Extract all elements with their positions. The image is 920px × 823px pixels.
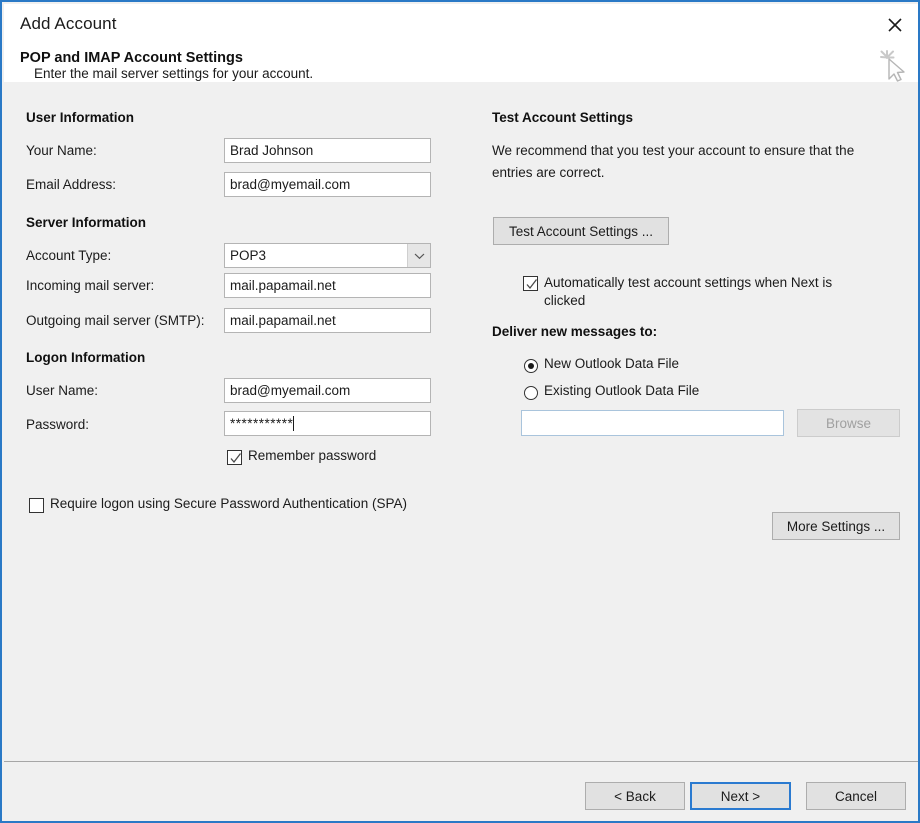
outgoing-mail-server-input[interactable]: mail.papamail.net: [224, 308, 431, 333]
next-button[interactable]: Next >: [690, 782, 791, 810]
auto-test-label: Automatically test account settings when…: [544, 274, 864, 310]
incoming-mail-server-input[interactable]: mail.papamail.net: [224, 273, 431, 298]
add-account-dialog: Add Account POP and IMAP Account S: [0, 0, 920, 823]
page-title: POP and IMAP Account Settings: [20, 50, 243, 66]
user-name-label: User Name:: [26, 383, 98, 398]
text-caret: [293, 416, 294, 431]
server-information-heading: Server Information: [26, 215, 146, 230]
test-account-description: We recommend that you test your account …: [492, 140, 890, 184]
page-subtitle: Enter the mail server settings for your …: [34, 66, 313, 81]
chevron-down-icon[interactable]: [407, 244, 430, 267]
dialog-footer: < Back Next > Cancel: [4, 762, 920, 823]
dialog-header: Add Account POP and IMAP Account S: [4, 4, 920, 82]
account-type-label: Account Type:: [26, 248, 111, 263]
deliver-messages-heading: Deliver new messages to:: [492, 324, 657, 339]
require-spa-label: Require logon using Secure Password Auth…: [50, 496, 407, 511]
more-settings-button[interactable]: More Settings ...: [772, 512, 900, 540]
account-type-select[interactable]: POP3: [224, 243, 431, 268]
checkbox-checked-icon: [523, 276, 538, 291]
close-button[interactable]: [880, 10, 910, 40]
password-input[interactable]: ***********: [224, 411, 431, 436]
password-masked-value: ***********: [230, 416, 293, 431]
your-name-label: Your Name:: [26, 143, 97, 158]
browse-button[interactable]: Browse: [797, 409, 900, 437]
radio-existing-outlook-data-file-label: Existing Outlook Data File: [544, 383, 699, 398]
dialog-body: User Information Your Name: Brad Johnson…: [4, 82, 920, 761]
email-address-label: Email Address:: [26, 177, 116, 192]
password-label: Password:: [26, 417, 89, 432]
back-button[interactable]: < Back: [585, 782, 685, 810]
logon-information-heading: Logon Information: [26, 350, 145, 365]
radio-new-outlook-data-file-label: New Outlook Data File: [544, 356, 679, 371]
your-name-input[interactable]: Brad Johnson: [224, 138, 431, 163]
test-account-settings-heading: Test Account Settings: [492, 110, 633, 125]
checkbox-checked-icon: [227, 450, 242, 465]
radio-selected-icon: [524, 359, 538, 373]
remember-password-label: Remember password: [248, 448, 376, 463]
user-information-heading: User Information: [26, 110, 134, 125]
incoming-mail-server-label: Incoming mail server:: [26, 278, 154, 293]
outgoing-mail-server-label: Outgoing mail server (SMTP):: [26, 313, 205, 328]
mouse-click-cursor-icon: [878, 48, 912, 84]
data-file-path-input[interactable]: [521, 410, 784, 436]
close-icon: [887, 17, 903, 33]
checkbox-unchecked-icon: [29, 498, 44, 513]
email-address-input[interactable]: brad@myemail.com: [224, 172, 431, 197]
user-name-input[interactable]: brad@myemail.com: [224, 378, 431, 403]
radio-unselected-icon: [524, 386, 538, 400]
test-account-settings-button[interactable]: Test Account Settings ...: [493, 217, 669, 245]
window-title: Add Account: [20, 14, 117, 34]
cancel-button[interactable]: Cancel: [806, 782, 906, 810]
account-type-value: POP3: [230, 244, 266, 267]
